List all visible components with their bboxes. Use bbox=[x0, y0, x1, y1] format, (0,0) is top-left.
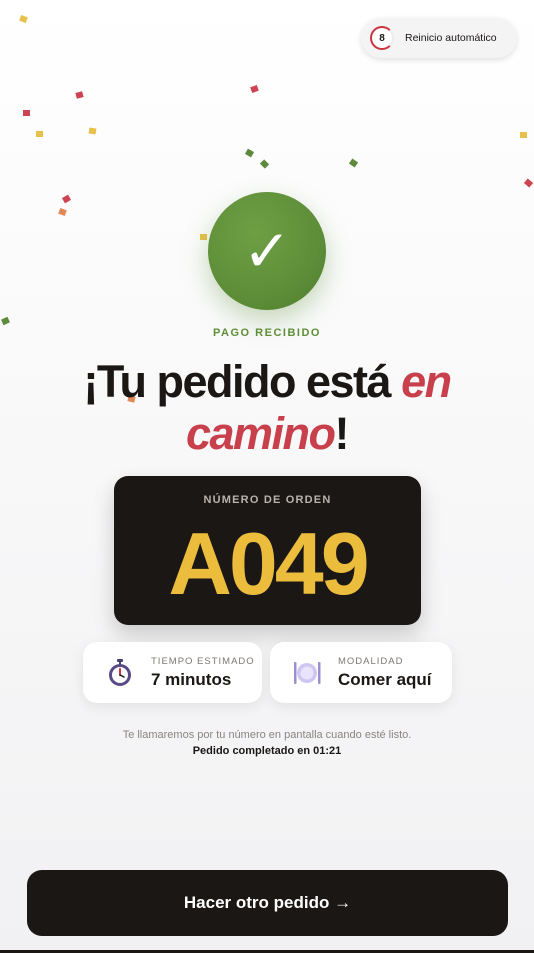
page-title: ¡Tu pedido está en camino! bbox=[0, 356, 534, 460]
confetti-piece bbox=[23, 110, 30, 116]
dining-mode-value: Comer aquí bbox=[338, 669, 432, 689]
confetti-piece bbox=[523, 178, 534, 188]
estimated-time-label: TIEMPO ESTIMADO bbox=[151, 655, 255, 667]
title-end: ! bbox=[334, 408, 350, 459]
confetti-piece bbox=[244, 148, 255, 158]
payment-status-label: PAGO RECIBIDO bbox=[213, 327, 321, 339]
confetti-piece bbox=[200, 234, 207, 240]
check-mark-icon: ✓ bbox=[242, 217, 292, 285]
confetti-piece bbox=[88, 127, 97, 135]
confetti-piece bbox=[520, 132, 527, 138]
confetti-piece bbox=[348, 158, 359, 168]
order-number-label: NÚMERO DE ORDEN bbox=[203, 494, 332, 506]
estimated-time-card: TIEMPO ESTIMADO 7 minutos bbox=[83, 642, 262, 703]
confetti-piece bbox=[61, 194, 72, 204]
confetti-piece bbox=[1, 316, 10, 326]
success-check-icon: ✓ bbox=[208, 192, 326, 310]
confetti-piece bbox=[19, 14, 28, 24]
confetti-piece bbox=[250, 84, 259, 94]
title-part-1: ¡Tu pedido está bbox=[83, 356, 402, 407]
stopwatch-icon bbox=[105, 658, 135, 688]
completion-time: Pedido completado en 01:21 bbox=[192, 745, 342, 757]
dining-mode-card: MODALIDAD Comer aquí bbox=[270, 642, 452, 703]
order-number: A049 bbox=[168, 514, 369, 613]
estimated-time-value: 7 minutos bbox=[151, 669, 232, 689]
confetti-piece bbox=[75, 91, 84, 99]
confetti-piece bbox=[259, 159, 270, 169]
auto-reset-label: Reinicio automático bbox=[405, 32, 497, 44]
confetti-piece bbox=[36, 131, 43, 137]
title-emphasis-2: camino bbox=[185, 408, 336, 459]
confetti-piece bbox=[58, 207, 67, 217]
order-number-card: NÚMERO DE ORDEN A049 bbox=[114, 476, 421, 625]
pickup-note: Te llamaremos por tu número en pantalla … bbox=[122, 729, 412, 741]
plate-cutlery-icon bbox=[292, 658, 322, 688]
countdown-ring: 8 bbox=[370, 26, 394, 50]
title-emphasis-1: en bbox=[401, 356, 452, 407]
new-order-button[interactable]: Hacer otro pedido → bbox=[27, 870, 508, 936]
auto-reset-indicator[interactable]: 8 Reinicio automático bbox=[361, 18, 517, 58]
dining-mode-label: MODALIDAD bbox=[338, 655, 404, 667]
